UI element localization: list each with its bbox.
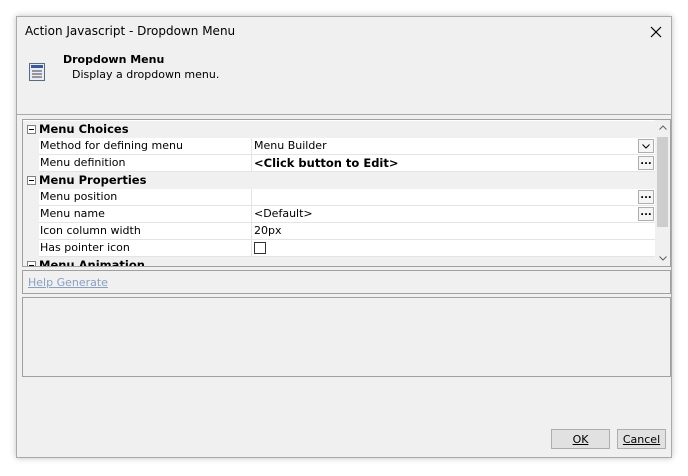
property-value[interactable]: ... bbox=[252, 189, 655, 206]
scroll-up-button[interactable] bbox=[655, 120, 670, 135]
property-grid-rows: Menu Choices Method for defining menu Me… bbox=[23, 120, 655, 266]
scroll-thumb[interactable] bbox=[657, 137, 668, 227]
window-title: Action Javascript - Dropdown Menu bbox=[25, 24, 236, 38]
description-area bbox=[22, 297, 671, 377]
property-value[interactable] bbox=[252, 240, 655, 257]
dialog-header: Dropdown Menu Display a dropdown menu. bbox=[17, 47, 671, 115]
category-label: Menu Properties bbox=[39, 173, 147, 187]
scroll-down-button[interactable] bbox=[655, 251, 670, 266]
category-label: Menu Choices bbox=[39, 122, 129, 136]
property-row-has-pointer-icon[interactable]: Has pointer icon bbox=[23, 240, 655, 257]
category-menu-properties[interactable]: Menu Properties bbox=[23, 172, 655, 189]
ellipsis-button[interactable]: ... bbox=[638, 207, 654, 221]
property-name: Method for defining menu bbox=[39, 138, 252, 155]
collapse-toggle[interactable] bbox=[23, 172, 39, 189]
document-list-icon bbox=[29, 63, 45, 81]
ok-button[interactable]: OK bbox=[551, 429, 610, 449]
chevron-down-icon bbox=[642, 143, 650, 149]
category-menu-animation[interactable]: Menu Animation bbox=[23, 257, 655, 267]
property-name: Menu definition bbox=[39, 155, 252, 172]
header-description: Display a dropdown menu. bbox=[72, 68, 220, 81]
pointer-icon-checkbox[interactable] bbox=[254, 242, 266, 254]
property-row-menu-definition[interactable]: Menu definition <Click button to Edit> .… bbox=[23, 155, 655, 172]
property-value[interactable]: 20px bbox=[252, 223, 655, 240]
collapse-toggle[interactable] bbox=[23, 121, 39, 138]
cancel-button[interactable]: Cancel bbox=[617, 429, 666, 449]
property-value[interactable]: <Default> ... bbox=[252, 206, 655, 223]
property-row-menu-name[interactable]: Menu name <Default> ... bbox=[23, 206, 655, 223]
property-value-text: 20px bbox=[254, 224, 282, 237]
property-name: Icon column width bbox=[39, 223, 252, 240]
help-generate-link[interactable]: Help Generate bbox=[28, 276, 108, 289]
property-value-text: <Click button to Edit> bbox=[254, 156, 399, 170]
minus-icon bbox=[26, 261, 36, 266]
ellipsis-button[interactable]: ... bbox=[638, 190, 654, 204]
help-bar: Help Generate bbox=[22, 270, 671, 294]
close-icon bbox=[650, 26, 662, 38]
property-row-method[interactable]: Method for defining menu Menu Builder bbox=[23, 138, 655, 155]
dialog-window: Action Javascript - Dropdown Menu Dropdo… bbox=[16, 16, 672, 458]
property-row-icon-column-width[interactable]: Icon column width 20px bbox=[23, 223, 655, 240]
property-name: Has pointer icon bbox=[39, 240, 252, 257]
minus-icon bbox=[26, 125, 36, 134]
ok-button-label: OK bbox=[572, 432, 589, 446]
close-button[interactable] bbox=[641, 17, 671, 47]
chevron-up-icon bbox=[658, 125, 667, 130]
dropdown-button[interactable] bbox=[638, 139, 654, 153]
property-value-text: Menu Builder bbox=[254, 139, 327, 152]
property-value[interactable]: <Click button to Edit> ... bbox=[252, 155, 655, 172]
property-name: Menu position bbox=[39, 189, 252, 206]
property-row-menu-position[interactable]: Menu position ... bbox=[23, 189, 655, 206]
category-menu-choices[interactable]: Menu Choices bbox=[23, 121, 655, 138]
title-bar: Action Javascript - Dropdown Menu bbox=[17, 17, 671, 47]
ellipsis-button[interactable]: ... bbox=[638, 156, 654, 170]
property-grid: Menu Choices Method for defining menu Me… bbox=[22, 119, 671, 267]
collapse-toggle[interactable] bbox=[23, 257, 39, 266]
property-value[interactable]: Menu Builder bbox=[252, 138, 655, 155]
property-name: Menu name bbox=[39, 206, 252, 223]
vertical-scrollbar[interactable] bbox=[655, 120, 670, 266]
category-label: Menu Animation bbox=[39, 258, 145, 267]
cancel-button-label: Cancel bbox=[622, 432, 661, 446]
chevron-down-icon bbox=[658, 256, 667, 261]
minus-icon bbox=[26, 176, 36, 185]
header-title: Dropdown Menu bbox=[63, 53, 165, 66]
property-value-text: <Default> bbox=[254, 207, 313, 220]
